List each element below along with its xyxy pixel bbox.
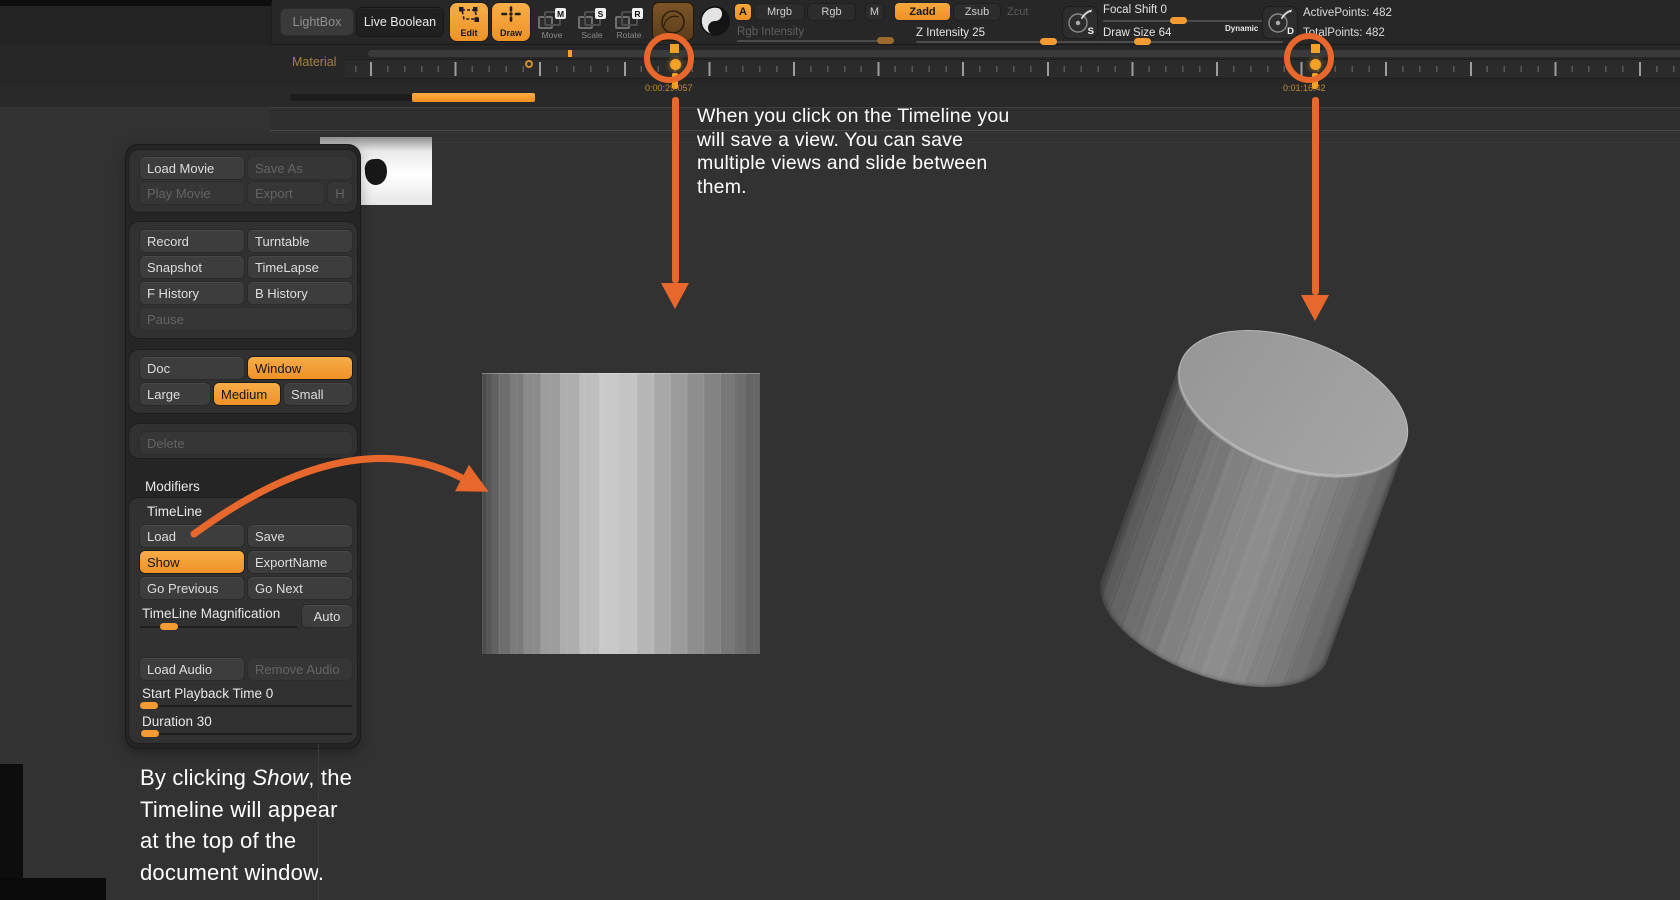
draw-crosshair-icon (501, 6, 521, 27)
annotation-arrowhead-left (661, 283, 689, 309)
timeline-ruler[interactable] (345, 59, 1680, 79)
rgb-intensity-slider[interactable] (737, 40, 893, 42)
edit-gizmo-icon (459, 7, 479, 27)
load-movie-button[interactable]: Load Movie (140, 157, 244, 179)
timeline-note: When you click on the Timeline you will … (697, 105, 1009, 199)
scale-button[interactable]: S Scale (576, 8, 608, 40)
rotate-button[interactable]: R Rotate (613, 8, 645, 40)
tl-magnification-label: TimeLine Magnification (142, 606, 280, 621)
snapshot-button[interactable]: Snapshot (140, 256, 244, 278)
timeline-keyframe-empty[interactable] (525, 60, 533, 68)
annotation-arrow-left (672, 97, 679, 283)
draw-size-handle[interactable] (1134, 38, 1151, 45)
z-intensity-slider[interactable] (916, 41, 1106, 43)
duration-handle[interactable] (141, 730, 159, 737)
turntable-button[interactable]: Turntable (248, 230, 352, 252)
marker1-highlight-ring (644, 33, 694, 83)
yin-yang-sphere-icon (699, 5, 731, 37)
playback-bar-track[interactable] (290, 94, 412, 101)
doc-button[interactable]: Doc (140, 357, 244, 379)
start-playback-handle[interactable] (140, 702, 158, 709)
z-intensity-handle[interactable] (1040, 38, 1057, 45)
lightbox-button[interactable]: LightBox (281, 9, 353, 35)
timelapse-button[interactable]: TimeLapse (248, 256, 352, 278)
zadd-button[interactable]: Zadd (895, 3, 950, 20)
canvas-edge-line (318, 744, 319, 900)
document-edge-line (432, 142, 1680, 143)
dynamic-toggle[interactable]: Dynamic (1225, 24, 1258, 33)
window-button[interactable]: Window (248, 357, 352, 379)
duration-slider[interactable] (140, 733, 352, 735)
zsub-button[interactable]: Zsub (954, 4, 1000, 20)
go-next-button[interactable]: Go Next (248, 577, 352, 599)
timeline-major-ticks (345, 62, 1680, 76)
b-history-button[interactable]: B History (248, 282, 352, 304)
zbrush-window: LightBox Live Boolean Edit Draw M Move S… (0, 0, 1680, 900)
focal-shift-slider[interactable] (1103, 20, 1283, 22)
duration-label: Duration 30 (142, 714, 212, 729)
pause-button[interactable]: Pause (140, 308, 352, 330)
marker2-highlight-ring (1284, 33, 1334, 83)
zcut-button[interactable]: Zcut (1007, 6, 1028, 18)
annotation-arrow-right (1312, 97, 1319, 295)
scale-icon (578, 16, 593, 29)
draw-size-slider[interactable] (1103, 41, 1283, 43)
play-movie-button[interactable]: Play Movie (140, 182, 244, 204)
move-icon (538, 16, 553, 29)
edit-button[interactable]: Edit (450, 3, 488, 41)
z-intensity-label: Z Intensity 25 (916, 27, 985, 39)
mrgb-button[interactable]: Mrgb (755, 4, 804, 20)
rgb-button[interactable]: Rgb (808, 4, 855, 20)
show-note: By clicking Show, the Timeline will appe… (140, 762, 352, 888)
timeline-marker1-time: 0:00:29.057 (645, 83, 693, 93)
start-playback-label: Start Playback Time 0 (142, 686, 273, 701)
m-button[interactable]: M (866, 4, 883, 20)
cylinder-front-view[interactable] (482, 373, 760, 654)
start-playback-slider[interactable] (140, 705, 352, 707)
timeline-zoom-strip[interactable] (368, 50, 1680, 57)
playback-bar-fill[interactable] (412, 93, 535, 102)
cylinder-tilted-view[interactable] (1082, 302, 1428, 715)
timeline-track-label: Material (292, 55, 336, 69)
export-button[interactable]: Export (248, 182, 324, 204)
tl-magnification-handle[interactable] (160, 623, 178, 630)
focal-shift-handle[interactable] (1170, 17, 1187, 24)
stroke-preview-shape (364, 158, 388, 185)
draw-button[interactable]: Draw (492, 3, 530, 41)
focal-shift-label: Focal Shift 0 (1103, 4, 1167, 16)
live-boolean-button[interactable]: Live Boolean (357, 8, 443, 36)
timeline-marker2-time: 0:01:16.42 (1283, 83, 1326, 93)
brush-sphere-icon (659, 8, 687, 36)
move-button[interactable]: M Move (536, 8, 568, 40)
sub-band (0, 86, 1680, 107)
annotation-arrowhead-right (1301, 295, 1329, 321)
rgb-intensity-handle[interactable] (877, 37, 894, 44)
rotate-icon (615, 16, 630, 29)
screen-edge-corner (0, 878, 106, 900)
remove-audio-button[interactable]: Remove Audio (248, 658, 352, 680)
go-previous-button[interactable]: Go Previous (140, 577, 244, 599)
active-points-readout: ActivePoints: 482 (1303, 7, 1392, 19)
load-audio-button[interactable]: Load Audio (140, 658, 244, 680)
annotation-curved-arrow (150, 400, 510, 570)
dots-stroke-button[interactable]: D (1263, 7, 1297, 38)
toolbar-left-corner (0, 0, 272, 45)
timeline-zoom-tick (568, 50, 572, 57)
record-button[interactable]: Record (140, 230, 244, 252)
auto-button[interactable]: Auto (302, 605, 352, 627)
h-button[interactable]: H (328, 182, 352, 204)
stroke-button[interactable]: S (1063, 7, 1097, 38)
stroke-type-button[interactable] (698, 4, 732, 38)
save-as-button[interactable]: Save As (248, 157, 352, 179)
rgb-intensity-label: Rgb Intensity (737, 26, 804, 38)
f-history-button[interactable]: F History (140, 282, 244, 304)
alpha-a-button[interactable]: A (735, 4, 751, 20)
